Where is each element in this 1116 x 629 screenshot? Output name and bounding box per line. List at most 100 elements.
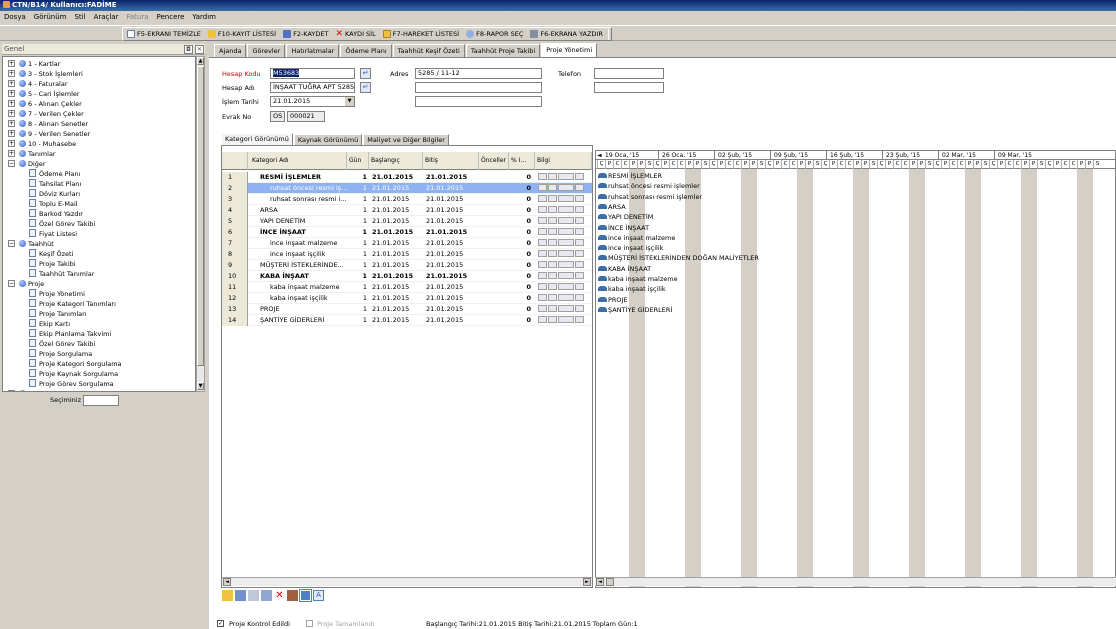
gantt-milestone-bar[interactable] — [598, 203, 607, 209]
scroll-down-icon[interactable]: ▼ — [197, 382, 204, 390]
users-icon[interactable] — [287, 590, 298, 601]
expand-icon[interactable]: + — [8, 150, 15, 157]
tree-item[interactable]: − Diğer — [3, 159, 46, 169]
note-icon[interactable] — [548, 228, 557, 235]
account-name-lookup-button[interactable]: ↵ — [360, 82, 371, 93]
resource-icon[interactable] — [538, 316, 547, 323]
gantt-task[interactable]: ŞANTİYE GİDERLERİ — [598, 306, 672, 315]
resource-icon[interactable] — [538, 195, 547, 202]
grid-row[interactable]: 3 ruhsat sonrası resmi i... 1 21.01.2015 21.… — [222, 194, 592, 205]
note-icon[interactable] — [548, 195, 557, 202]
record-list-button[interactable]: F10-KAYIT LİSTESİ — [206, 30, 278, 38]
grid-row[interactable]: 2 ruhsat öncesi resmi iş... 1 21.01.2015 21.… — [222, 183, 592, 194]
scroll-left-icon[interactable]: ◄ — [223, 578, 231, 586]
add-row-icon[interactable] — [222, 590, 233, 601]
tab-category-view[interactable]: Kategori Görünümü — [221, 133, 293, 145]
edit-icon[interactable] — [558, 239, 574, 246]
menu-window[interactable]: Pencere — [153, 11, 189, 24]
tree-item[interactable]: Proje Sorgulama — [29, 349, 92, 359]
tree-item[interactable]: Proje Takibi — [29, 259, 76, 269]
gantt-milestone-bar[interactable] — [598, 296, 607, 302]
gantt-milestone-bar[interactable] — [598, 286, 607, 292]
note-icon[interactable] — [548, 316, 557, 323]
gantt-milestone-bar[interactable] — [598, 173, 607, 178]
edit-icon[interactable] — [558, 217, 574, 224]
expand-icon[interactable]: + — [8, 90, 15, 97]
font-icon[interactable] — [575, 250, 584, 257]
gantt-milestone-bar[interactable] — [598, 306, 607, 312]
header-days[interactable]: Gün — [347, 152, 369, 170]
menu-view[interactable]: Görünüm — [30, 11, 71, 24]
outdent-icon[interactable] — [261, 590, 272, 601]
tree-item[interactable]: Taahhüt Tanımlar — [29, 269, 94, 279]
tab-reminders[interactable]: Hatırlatmalar — [286, 44, 340, 57]
navigation-tree[interactable]: +1 - Kartlar +3 - Stok İşlemleri +4 - Fatu… — [2, 56, 196, 392]
gantt-milestone-bar[interactable] — [598, 224, 607, 230]
grid-row[interactable]: 8 ince inşaat işçilik 1 21.01.2015 21.01.201… — [222, 249, 592, 260]
gantt-milestone-bar[interactable] — [598, 245, 607, 251]
gantt-milestone-bar[interactable] — [598, 193, 607, 199]
tree-item[interactable]: +8 - Alınan Senetler — [3, 119, 88, 129]
resource-icon[interactable] — [538, 283, 547, 290]
collapse-icon[interactable]: − — [8, 240, 15, 247]
edit-icon[interactable] — [558, 206, 574, 213]
font-icon[interactable] — [575, 261, 584, 268]
grid-row[interactable]: 13 PROJE 1 21.01.2015 21.01.2015 0 — [222, 304, 592, 315]
note-icon[interactable] — [548, 294, 557, 301]
expand-icon[interactable]: + — [8, 130, 15, 137]
tree-item[interactable]: Tahsilat Planı — [29, 179, 81, 189]
resource-icon[interactable] — [538, 228, 547, 235]
grid-icon[interactable] — [299, 589, 312, 602]
gantt-milestone-bar[interactable] — [598, 234, 607, 240]
collapse-icon[interactable]: − — [8, 280, 15, 287]
tree-item[interactable]: Özel Görev Takibi — [29, 339, 95, 349]
resource-icon[interactable] — [538, 305, 547, 312]
tab-agenda[interactable]: Ajanda — [214, 44, 247, 57]
expand-icon[interactable]: + — [8, 70, 15, 77]
report-select-button[interactable]: F8-RAPOR SEÇ — [464, 30, 525, 38]
tab-payment-plan[interactable]: Ödeme Planı — [340, 44, 392, 57]
tree-item[interactable]: +9 - Verilen Senetler — [3, 129, 90, 139]
note-icon[interactable] — [548, 272, 557, 279]
menu-file[interactable]: Dosya — [0, 11, 30, 24]
font-icon[interactable] — [575, 195, 584, 202]
indent-icon[interactable] — [248, 590, 259, 601]
expand-icon[interactable]: + — [8, 80, 15, 87]
tree-item[interactable]: +10 - Muhasebe — [3, 139, 76, 149]
tab-tasks[interactable]: Görevler — [247, 44, 286, 57]
tree-item[interactable]: Özel Görev Takibi — [29, 219, 95, 229]
account-name-field[interactable]: İNŞAAT TUĞRA APT 5285 — [270, 82, 355, 93]
expand-icon[interactable]: + — [8, 100, 15, 107]
gantt-task[interactable]: ince inşaat malzeme — [598, 234, 675, 243]
tree-item[interactable]: Ekip Planlama Takvimi — [29, 329, 111, 339]
note-icon[interactable] — [548, 217, 557, 224]
gantt-milestone-bar[interactable] — [598, 214, 607, 220]
expand-icon[interactable]: + — [8, 140, 15, 147]
tree-item[interactable]: Proje Tanımları — [29, 309, 87, 319]
gantt-task[interactable]: ince inşaat işçilik — [598, 244, 663, 253]
note-icon[interactable] — [548, 239, 557, 246]
tree-item[interactable]: Proje Görev Sorgulama — [29, 379, 114, 389]
resource-icon[interactable] — [538, 261, 547, 268]
tree-scroll-thumb[interactable] — [197, 66, 204, 366]
resource-icon[interactable] — [538, 239, 547, 246]
gantt-task[interactable]: PROJE — [598, 296, 628, 305]
edit-icon[interactable] — [558, 316, 574, 323]
grid-row[interactable]: 1 RESMİ İŞLEMLER 1 21.01.2015 21.01.2015 0 — [222, 172, 592, 183]
tree-item[interactable]: Toplu E-Mail — [29, 199, 78, 209]
selection-input[interactable] — [83, 395, 119, 406]
tree-item[interactable]: Proje Kategori Sorgulama — [29, 359, 122, 369]
tree-item[interactable]: Proje Kategori Tanımları — [29, 299, 116, 309]
transaction-date-field[interactable]: 21.01.2015 ▼ — [270, 96, 355, 107]
resource-icon[interactable] — [538, 217, 547, 224]
account-code-field[interactable]: M53683 — [270, 68, 355, 79]
tree-item[interactable]: +7 - Verilen Çekler — [3, 109, 84, 119]
note-icon[interactable] — [548, 305, 557, 312]
edit-icon[interactable] — [558, 305, 574, 312]
close-panel-icon[interactable]: ✕ — [195, 45, 204, 54]
gantt-prev-icon[interactable]: ◄ — [596, 151, 602, 160]
resource-icon[interactable] — [538, 173, 547, 180]
tab-cost-info[interactable]: Maliyet ve Diğer Bilgiler — [363, 134, 449, 145]
note-icon[interactable] — [548, 250, 557, 257]
tree-item[interactable]: Döviz Kurları — [29, 189, 80, 199]
